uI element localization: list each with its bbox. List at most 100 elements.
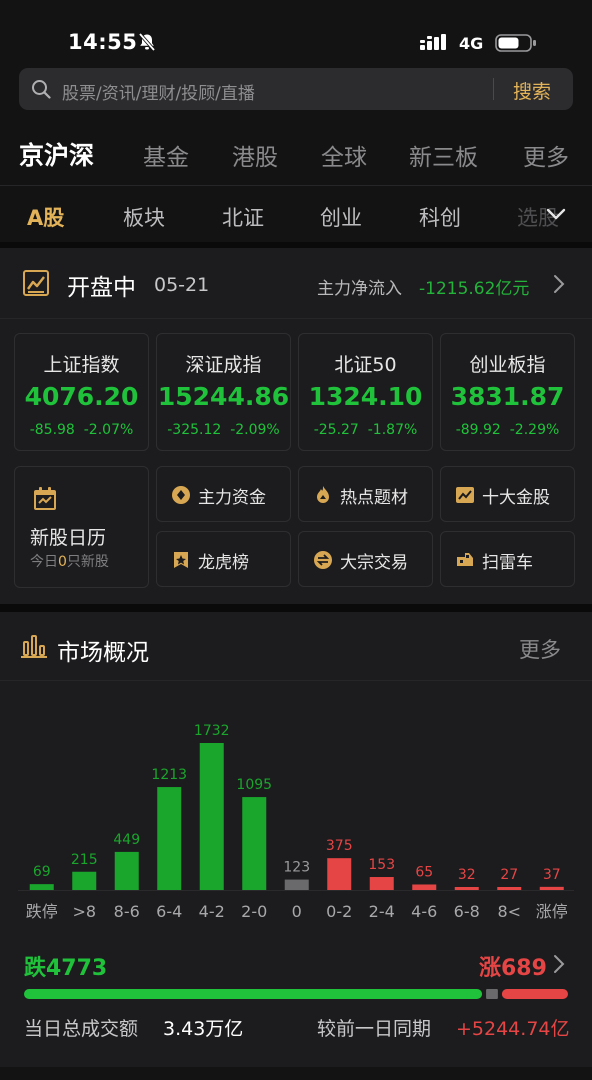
index-name: 创业板指 [469, 354, 546, 376]
top-stocks-button[interactable]: 十大金股 [440, 466, 575, 522]
block-trade-button[interactable]: 大宗交易 [298, 531, 433, 587]
tool-label: 龙虎榜 [198, 553, 249, 573]
status-bar: 14:55 4G [0, 0, 592, 62]
chart-value-label-0: 69 [33, 864, 51, 880]
tab-a-share-markets[interactable]: 京沪深 [19, 136, 94, 172]
index-value: 3831.87 [450, 382, 565, 411]
chart-category-label-1: >8 [72, 902, 96, 921]
top-stocks-icon [456, 487, 474, 503]
chart-category-label-9: 4-6 [411, 902, 437, 921]
subtab-a-share[interactable]: A股 [27, 202, 64, 232]
index-card-shanghai[interactable]: 上证指数 4076.20 -85.98 -2.07% [14, 333, 149, 451]
dragon-tiger-button[interactable]: 龙虎榜 [156, 531, 291, 587]
chart-value-label-9: 65 [415, 864, 433, 880]
battery-icon [495, 34, 536, 52]
index-name: 深证成指 [185, 354, 262, 376]
subtab-sectors[interactable]: 板块 [123, 202, 165, 232]
chevron-down-icon[interactable] [545, 206, 567, 222]
index-value: 1324.10 [308, 382, 423, 411]
tool-label: 热点题材 [340, 488, 408, 508]
subtab-star[interactable]: 科创 [419, 202, 461, 232]
index-value: 15244.86 [157, 382, 290, 411]
ipo-calendar-card[interactable]: 新股日历 今日0只新股 [14, 466, 149, 588]
chart-bar-1 [72, 871, 97, 890]
chevron-right-icon[interactable] [553, 274, 565, 294]
tab-global[interactable]: 全球 [321, 138, 367, 172]
risk-scan-button[interactable]: 扫雷车 [440, 531, 575, 587]
subtab-bse[interactable]: 北证 [222, 202, 264, 232]
session-status: 开盘中 [67, 275, 136, 301]
chart-bar-9 [412, 884, 437, 890]
chart-category-label-2: 8-6 [114, 902, 140, 921]
index-name: 北证50 [334, 354, 397, 376]
chart-value-label-8: 153 [368, 857, 395, 873]
index-change: -89.92 -2.29% [455, 422, 560, 438]
sub-tabs: A股 板块 北证 创业 科创 选股 [0, 186, 592, 242]
main-flow-label[interactable]: 主力净流入 [317, 274, 402, 299]
network-type: 4G [459, 34, 484, 53]
tab-neeq[interactable]: 新三板 [409, 138, 478, 172]
index-card-bse50[interactable]: 北证50 1324.10 -25.27 -1.87% [298, 333, 433, 451]
chart-value-label-12: 37 [543, 867, 561, 883]
chart-category-label-7: 0-2 [326, 902, 352, 921]
search-input[interactable]: 股票/资讯/理财/投顾/直播 [62, 79, 255, 104]
chart-bar-6 [284, 879, 309, 890]
trend-chart-icon [23, 270, 49, 296]
bell-muted-icon [138, 32, 156, 52]
chart-bar-5 [242, 797, 267, 890]
section-gap [0, 604, 592, 612]
main-flow-value[interactable]: -1215.62亿元 [419, 274, 529, 299]
search-divider [493, 78, 494, 100]
index-change: -325.12 -2.09% [167, 422, 280, 438]
tool-label: 扫雷车 [482, 553, 533, 573]
chart-bar-4 [199, 743, 224, 890]
index-change: -25.27 -1.87% [313, 422, 418, 438]
risk-scan-icon [457, 553, 473, 566]
subtab-chinext[interactable]: 创业 [320, 202, 362, 232]
index-change: -85.98 -2.07% [29, 422, 134, 438]
overview-more-link[interactable]: 更多 [519, 634, 561, 664]
index-value: 4076.20 [24, 382, 139, 411]
decliners-segment [24, 989, 483, 999]
chart-bar-2 [114, 851, 139, 890]
capital-flow-button[interactable]: 主力资金 [156, 466, 291, 522]
tool-label: 主力资金 [198, 488, 266, 508]
tool-label: 大宗交易 [340, 553, 408, 573]
chart-category-label-12: 涨停 [536, 902, 568, 921]
chart-category-label-11: 8< [497, 902, 521, 921]
tool-label: 十大金股 [482, 488, 550, 508]
index-name: 上证指数 [43, 354, 120, 376]
chart-bar-0 [29, 884, 54, 890]
chart-value-label-3: 1213 [151, 767, 187, 783]
chart-bar-11 [497, 887, 522, 890]
index-card-shenzhen[interactable]: 深证成指 15244.86 -325.12 -2.09% [156, 333, 291, 451]
signal-icon [420, 34, 446, 50]
unchanged-segment [486, 989, 498, 999]
chart-category-label-10: 6-8 [454, 902, 480, 921]
tab-more[interactable]: 更多 [523, 138, 569, 172]
bar-chart-icon [21, 635, 47, 658]
hot-topic-button[interactable]: 热点题材 [298, 466, 433, 522]
search-button[interactable]: 搜索 [513, 77, 551, 104]
dragon-tiger-icon [174, 552, 188, 568]
index-card-chinext[interactable]: 创业板指 3831.87 -89.92 -2.29% [440, 333, 575, 451]
session-date: 05-21 [154, 274, 210, 296]
advancers-segment [501, 989, 568, 999]
chart-category-label-0: 跌停 [26, 902, 58, 921]
chart-category-label-3: 6-4 [156, 902, 182, 921]
chart-category-label-5: 2-0 [241, 902, 267, 921]
chevron-right-icon[interactable] [553, 954, 565, 974]
chart-value-label-11: 27 [500, 867, 518, 883]
chart-category-label-8: 2-4 [369, 902, 395, 921]
capital-flow-icon [172, 486, 190, 504]
chart-bar-7 [327, 858, 352, 890]
tab-hk-stocks[interactable]: 港股 [232, 138, 278, 172]
search-bar[interactable]: 股票/资讯/理财/投顾/直播 搜索 [19, 68, 573, 110]
chart-bar-12 [539, 886, 564, 890]
tab-funds[interactable]: 基金 [143, 138, 189, 172]
hot-topic-icon [317, 486, 329, 503]
ipo-title: 新股日历 [30, 527, 107, 549]
price-change-distribution-chart: 69 跌停 215 >8 449 8-6 1213 6-4 1732 4-2 1095 2-0 123 0… [18, 723, 574, 921]
chart-value-label-7: 375 [326, 838, 353, 854]
decliners-count: 跌4773 [24, 956, 108, 981]
